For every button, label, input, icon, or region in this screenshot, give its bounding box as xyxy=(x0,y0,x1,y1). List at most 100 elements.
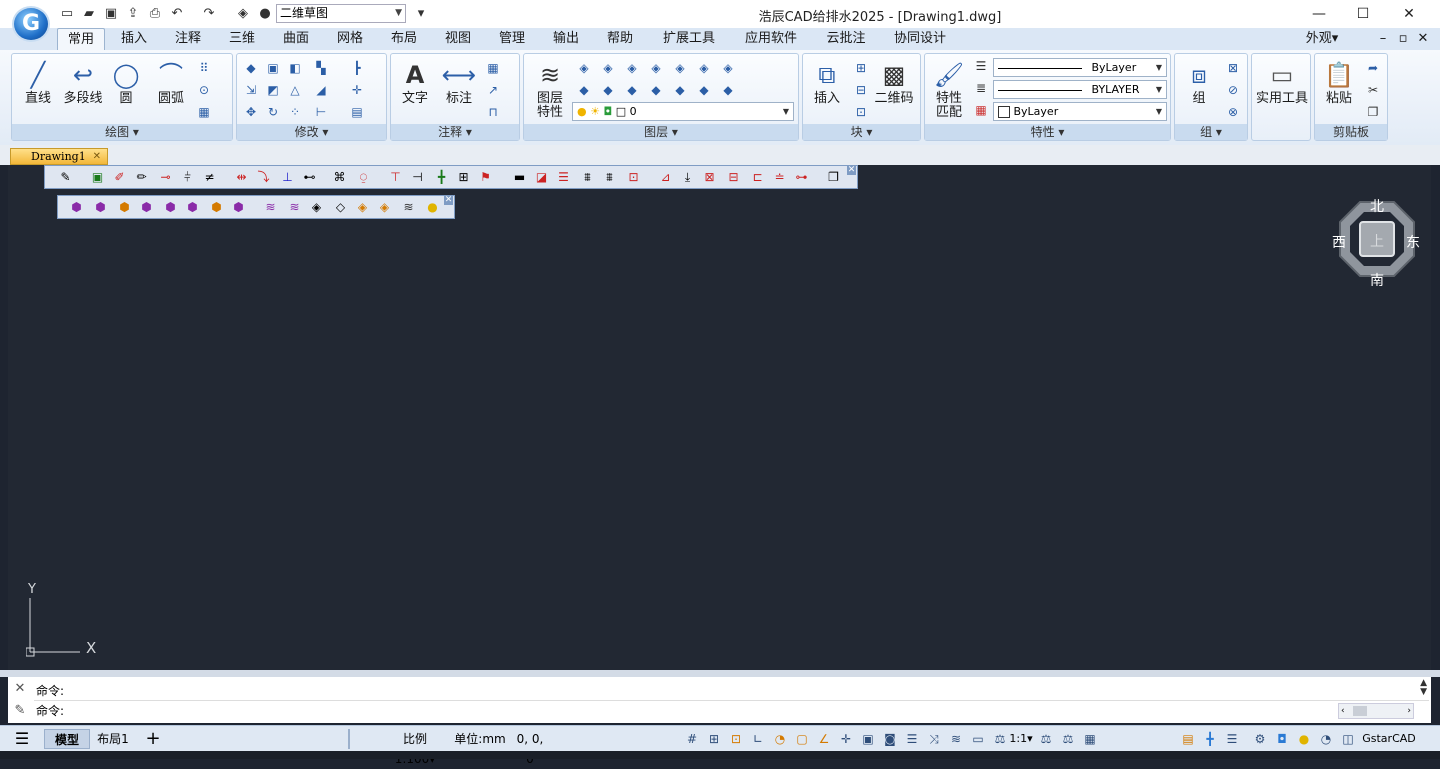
table-status-icon[interactable]: ▦ xyxy=(1082,731,1098,747)
command-customize-icon[interactable]: ✎ xyxy=(12,703,28,719)
layer-tool-7-icon[interactable]: ◈ xyxy=(720,60,736,76)
viewcube-north[interactable]: 北 xyxy=(1370,196,1384,216)
paste-button[interactable]: 📋 粘贴 xyxy=(1319,60,1359,106)
tb1-tool-2-icon[interactable]: ▣ xyxy=(89,169,106,186)
tb2-tool-10-icon[interactable]: ≋ xyxy=(286,199,303,216)
toolbar-1-close-icon[interactable]: ✕ xyxy=(847,166,856,175)
toolbar-2-close-icon[interactable]: ✕ xyxy=(444,196,453,205)
text-button[interactable]: A 文字 xyxy=(397,60,433,106)
layer-tool-12-icon[interactable]: ◆ xyxy=(672,82,688,98)
command-splitter[interactable] xyxy=(0,670,1440,677)
tb2-tool-6-icon[interactable]: ⬢ xyxy=(184,199,201,216)
layer-tool-5-icon[interactable]: ◈ xyxy=(672,60,688,76)
layer-tool-14-icon[interactable]: ◆ xyxy=(720,82,736,98)
annotation-auto-icon[interactable]: ⚖ xyxy=(1038,731,1054,747)
linetype-select[interactable]: BYLAYER ▼ xyxy=(993,80,1167,99)
copy-icon[interactable]: ▣ xyxy=(265,60,281,76)
tb1-tool-15-icon[interactable]: ⊣ xyxy=(409,169,426,186)
polyline-button[interactable]: ↩ 多段线 xyxy=(60,60,106,106)
tb2-tool-1-icon[interactable]: ⬢ xyxy=(68,199,85,216)
tb2-lightbulb-icon[interactable]: ● xyxy=(424,199,441,216)
tb2-tool-3-icon[interactable]: ⬢ xyxy=(116,199,133,216)
osnap-icon[interactable]: ▢ xyxy=(794,731,810,747)
layer-tool-6-icon[interactable]: ◈ xyxy=(696,60,712,76)
stretch-icon[interactable]: ⇲ xyxy=(243,82,259,98)
block-edit-icon[interactable]: ⊞ xyxy=(853,60,869,76)
match-properties-button[interactable]: 🖌 特性 匹配 xyxy=(931,60,967,120)
maximize-button[interactable]: ☐ xyxy=(1340,0,1386,28)
tb1-tool-9-icon[interactable]: ⤵ xyxy=(255,169,272,186)
erase-icon[interactable]: ◆ xyxy=(243,60,259,76)
command-input[interactable]: 命令: xyxy=(34,701,1429,721)
fillet-icon[interactable]: ◢ xyxy=(313,82,329,98)
tb2-tool-7-icon[interactable]: ⬢ xyxy=(208,199,225,216)
tb1-tool-3-icon[interactable]: ✐ xyxy=(111,169,128,186)
tb1-tool-24-icon[interactable]: ⊡ xyxy=(625,169,642,186)
tb1-tool-30-icon[interactable]: ≐ xyxy=(771,169,788,186)
utilities-button[interactable]: ▭ 实用工具 xyxy=(1254,60,1310,106)
circle-button[interactable]: ◯ 圆 xyxy=(110,60,142,106)
minimize-button[interactable]: — xyxy=(1296,0,1342,28)
tb1-tool-19-icon[interactable]: ▬ xyxy=(511,169,528,186)
current-layer-select[interactable]: ● ☀ ◘ □ 0 ▼ xyxy=(572,102,794,121)
command-hscroll[interactable]: ‹ › xyxy=(1338,703,1414,719)
extend-icon[interactable]: ✛ xyxy=(349,82,365,98)
tab-insert[interactable]: 插入 xyxy=(112,28,156,50)
copy-clip-icon[interactable]: ➦ xyxy=(1365,60,1381,76)
cut-icon[interactable]: ✂ xyxy=(1365,82,1381,98)
group-select-icon[interactable]: ⊗ xyxy=(1225,104,1241,120)
app-logo-icon[interactable]: G xyxy=(12,6,50,42)
line-button[interactable]: ╱ 直线 xyxy=(18,60,58,106)
lock-icon[interactable]: ◘ xyxy=(1274,731,1290,747)
tab-view[interactable]: 视图 xyxy=(436,28,480,50)
layer-tool-9-icon[interactable]: ◆ xyxy=(600,82,616,98)
layer-properties-button[interactable]: ≋ 图层 特性 xyxy=(530,60,570,120)
mirror2-icon[interactable]: △ xyxy=(287,82,303,98)
tb1-tool-14-icon[interactable]: ⊤ xyxy=(387,169,404,186)
tb1-tool-27-icon[interactable]: ⊠ xyxy=(701,169,718,186)
viewcube-top[interactable]: 上 xyxy=(1370,231,1384,251)
chevron-left-icon[interactable]: ‹ xyxy=(1341,704,1345,718)
tb2-tool-2-icon[interactable]: ⬢ xyxy=(92,199,109,216)
mirror-icon[interactable]: ◧ xyxy=(287,60,303,76)
offset-icon[interactable]: ▤ xyxy=(349,104,365,120)
transparency-icon[interactable]: ☰ xyxy=(904,731,920,747)
tb2-tool-15-icon[interactable]: ≋ xyxy=(400,199,417,216)
align-icon[interactable]: ┣ xyxy=(349,60,365,76)
tb1-tool-10-icon[interactable]: ⊥ xyxy=(279,169,296,186)
tb1-tool-17-icon[interactable]: ⊞ xyxy=(455,169,472,186)
explode-icon[interactable]: ⁘ xyxy=(287,104,303,120)
quick-props-icon[interactable]: ▤ xyxy=(1180,731,1196,747)
layer-tool-11-icon[interactable]: ◆ xyxy=(648,82,664,98)
tb2-tool-8-icon[interactable]: ⬢ xyxy=(230,199,247,216)
tb1-tool-4-icon[interactable]: ✏ xyxy=(133,169,150,186)
menu-icon[interactable]: ☰ xyxy=(10,729,34,749)
tab-3d[interactable]: 三维 xyxy=(220,28,264,50)
tb1-tool-20-icon[interactable]: ◪ xyxy=(533,169,550,186)
tb1-tool-6-icon[interactable]: ⫩ xyxy=(179,169,196,186)
scroll-thumb[interactable] xyxy=(1353,706,1367,716)
annotation-visibility-icon[interactable]: ⚖ xyxy=(992,731,1008,747)
group-edit-icon[interactable]: ⊘ xyxy=(1225,82,1241,98)
trim-icon[interactable]: ⊢ xyxy=(313,104,329,120)
tab-extensions[interactable]: 扩展工具 xyxy=(656,28,722,50)
tb1-tool-7-icon[interactable]: ≠ xyxy=(201,169,218,186)
tb1-tool-11-icon[interactable]: ⊷ xyxy=(301,169,318,186)
tab-layout[interactable]: 布局 xyxy=(382,28,426,50)
tb2-tool-4-icon[interactable]: ⬢ xyxy=(138,199,155,216)
group-button[interactable]: ⧈ 组 xyxy=(1179,60,1219,106)
tb2-tool-13-icon[interactable]: ◈ xyxy=(354,199,371,216)
undo-icon[interactable]: ↶ xyxy=(168,5,186,23)
grid-icon[interactable]: # xyxy=(684,731,700,747)
layer-tool-13-icon[interactable]: ◆ xyxy=(696,82,712,98)
polar-icon[interactable]: ◔ xyxy=(772,731,788,747)
ortho-icon[interactable]: ∟ xyxy=(750,731,766,747)
tb1-tool-22-icon[interactable]: ⩩ xyxy=(579,169,596,186)
save-icon[interactable]: ▣ xyxy=(102,5,120,23)
array-icon[interactable]: ▚ xyxy=(313,60,329,76)
ribbon-close-icon[interactable]: ✕ xyxy=(1416,28,1430,50)
tb2-tool-14-icon[interactable]: ◈ xyxy=(376,199,393,216)
selection-cycle-icon[interactable]: ⤨ xyxy=(926,731,942,747)
block-attr-icon[interactable]: ⊟ xyxy=(853,82,869,98)
tb2-tool-12-icon[interactable]: ◇ xyxy=(332,199,349,216)
